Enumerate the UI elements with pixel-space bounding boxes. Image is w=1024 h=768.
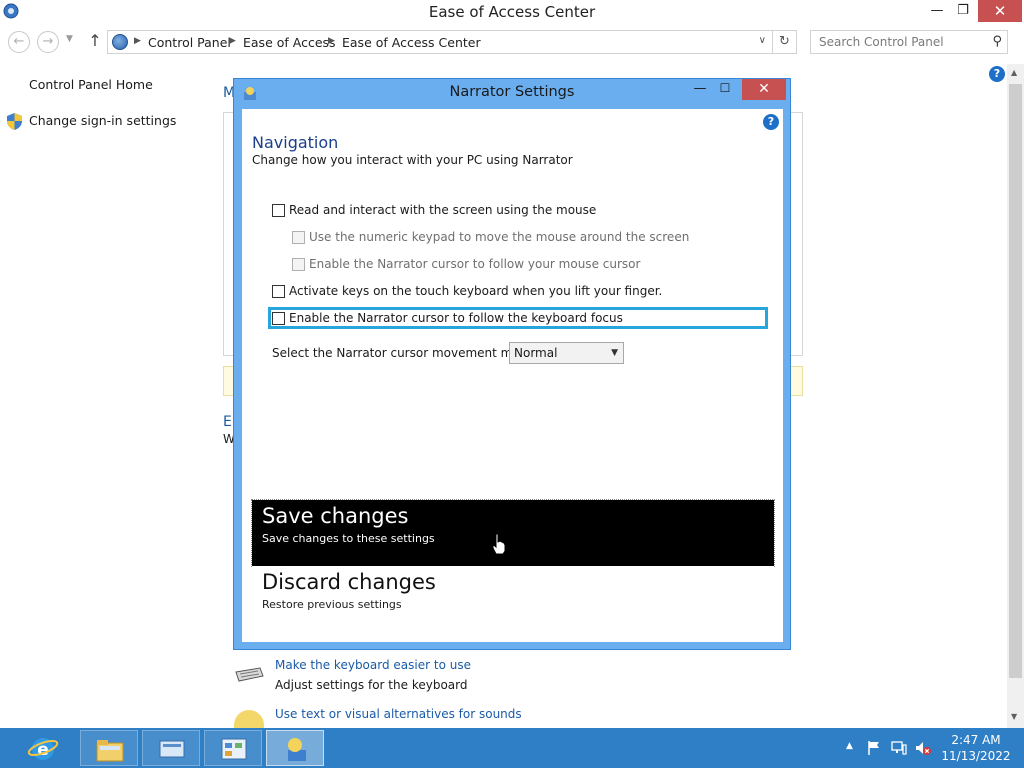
save-changes-description[interactable]: Save changes to these settings: [262, 532, 435, 545]
read-with-mouse-checkbox[interactable]: [272, 204, 285, 217]
breadcrumb-separator-icon[interactable]: ▶: [328, 36, 335, 46]
vertical-scrollbar[interactable]: ▲ ▼: [1007, 64, 1024, 728]
cursor-mode-value: Normal: [514, 346, 558, 360]
server-manager-icon: [159, 740, 185, 758]
search-icon[interactable]: ⚲: [992, 34, 1002, 49]
network-icon[interactable]: [890, 740, 908, 756]
control-panel-icon: [112, 34, 128, 50]
chevron-down-icon[interactable]: ▼: [611, 348, 618, 358]
breadcrumb-separator-icon[interactable]: ▶: [229, 36, 236, 46]
recent-locations-dropdown[interactable]: ▼: [66, 34, 78, 44]
dialog-maximize-button[interactable]: ☐: [717, 81, 733, 95]
dialog-close-button[interactable]: ✕: [742, 79, 786, 100]
scroll-up-arrow-icon[interactable]: ▲: [1011, 68, 1017, 77]
taskbar-narrator[interactable]: [266, 730, 324, 766]
taskbar-control-panel[interactable]: [204, 730, 262, 766]
discard-changes-description[interactable]: Restore previous settings: [262, 598, 402, 611]
dialog-minimize-button[interactable]: —: [692, 81, 708, 96]
breadcrumb-control-panel[interactable]: Control Panel: [148, 35, 231, 50]
address-dropdown-icon[interactable]: ∨: [759, 35, 766, 46]
restore-button[interactable]: ❐: [950, 0, 976, 22]
change-sign-in-settings-link[interactable]: Change sign-in settings: [29, 113, 176, 128]
keyboard-icon: [235, 667, 264, 682]
breadcrumb-ease-of-access[interactable]: Ease of Access: [243, 35, 336, 50]
touch-keyboard-label[interactable]: Activate keys on the touch keyboard when…: [289, 284, 662, 298]
volume-muted-icon[interactable]: [914, 740, 932, 756]
control-panel-home-link[interactable]: Control Panel Home: [29, 77, 153, 92]
system-tray: ▲ 2:47 AM 11/13/2022: [840, 728, 1024, 768]
numeric-keypad-checkbox: [292, 231, 305, 244]
up-button[interactable]: ↑: [85, 31, 105, 50]
folder-icon: [96, 740, 124, 762]
forward-button[interactable]: →: [37, 31, 59, 53]
window-title: Ease of Access Center: [428, 3, 596, 21]
address-box[interactable]: ▶ Control Panel ▶ Ease of Access ▶ Ease …: [107, 30, 773, 54]
touch-keyboard-checkbox[interactable]: [272, 285, 285, 298]
save-changes-title[interactable]: Save changes: [262, 504, 408, 528]
background-heading-fragment: E: [223, 414, 232, 430]
internet-explorer-icon: e: [27, 738, 59, 760]
minimize-button[interactable]: —: [924, 0, 950, 22]
keyboard-easier-link[interactable]: Make the keyboard easier to use: [275, 658, 471, 672]
taskbar: e ▲ 2:47 AM 11/13/2022: [0, 728, 1024, 768]
cursor-mode-label: Select the Narrator cursor movement mode…: [272, 346, 539, 360]
discard-changes-title[interactable]: Discard changes: [262, 570, 436, 594]
hand-cursor-icon: [492, 533, 506, 555]
show-hidden-icons-button[interactable]: ▲: [846, 741, 853, 751]
numeric-keypad-label: Use the numeric keypad to move the mouse…: [309, 230, 690, 244]
cursor-mode-select[interactable]: Normal ▼: [509, 342, 624, 364]
control-panel-icon: [221, 738, 247, 760]
follow-mouse-label: Enable the Narrator cursor to follow you…: [309, 257, 641, 271]
keyboard-easier-description: Adjust settings for the keyboard: [275, 678, 468, 692]
discard-changes-button[interactable]: Discard changes Restore previous setting…: [252, 566, 774, 632]
taskbar-server-manager[interactable]: [142, 730, 200, 766]
dialog-content: ? Navigation Change how you interact wit…: [242, 109, 783, 642]
window-titlebar: Ease of Access Center — ❐ ✕: [0, 0, 1024, 24]
follow-keyboard-focus-label[interactable]: Enable the Narrator cursor to follow the…: [289, 311, 623, 325]
sound-alternatives-link[interactable]: Use text or visual alternatives for soun…: [275, 707, 522, 721]
refresh-button[interactable]: ↻: [773, 30, 797, 54]
follow-mouse-checkbox: [292, 258, 305, 271]
section-description: Change how you interact with your PC usi…: [252, 153, 573, 167]
scroll-down-arrow-icon[interactable]: ▼: [1011, 712, 1017, 721]
help-icon[interactable]: ?: [763, 114, 779, 130]
breadcrumb-ease-of-access-center[interactable]: Ease of Access Center: [342, 35, 481, 50]
taskbar-file-explorer[interactable]: [80, 730, 138, 766]
read-with-mouse-label[interactable]: Read and interact with the screen using …: [289, 203, 596, 217]
help-icon[interactable]: ?: [989, 66, 1005, 82]
follow-keyboard-focus-checkbox[interactable]: [272, 312, 285, 325]
close-button[interactable]: ✕: [978, 0, 1022, 22]
search-input[interactable]: [811, 31, 983, 53]
action-center-flag-icon[interactable]: [866, 740, 882, 756]
search-box: ⚲: [810, 30, 1008, 54]
section-heading: Navigation: [252, 133, 339, 152]
back-button[interactable]: ←: [8, 31, 30, 53]
sound-alternatives-icon: [234, 710, 264, 728]
taskbar-internet-explorer[interactable]: e: [14, 730, 72, 766]
narrator-icon: [288, 738, 306, 761]
address-bar-row: ← → ▼ ↑ ▶ Control Panel ▶ Ease of Access…: [0, 28, 1024, 56]
breadcrumb-separator-icon[interactable]: ▶: [134, 36, 141, 46]
scrollbar-thumb[interactable]: [1009, 84, 1022, 678]
clock-date[interactable]: 11/13/2022: [936, 749, 1016, 763]
save-changes-button[interactable]: Save changes Save changes to these setti…: [251, 499, 775, 567]
narrator-settings-dialog: Narrator Settings — ☐ ✕ ? Navigation Cha…: [233, 78, 791, 650]
clock-time[interactable]: 2:47 AM: [936, 733, 1016, 747]
uac-shield-icon: [7, 113, 22, 130]
